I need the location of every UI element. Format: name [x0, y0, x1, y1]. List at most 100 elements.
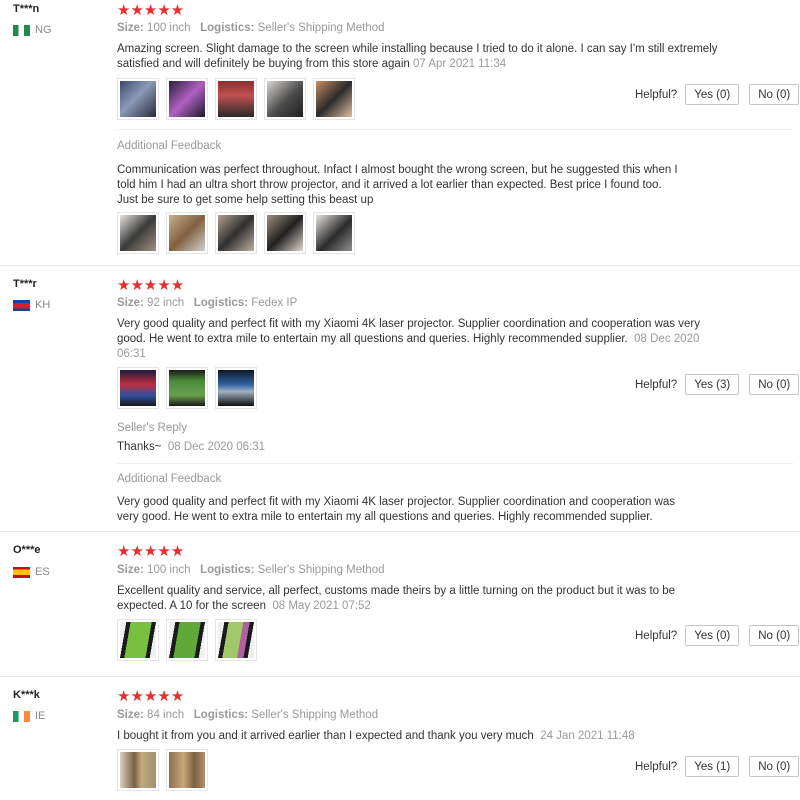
- review-text: I bought it from you and it arrived earl…: [117, 729, 635, 744]
- review-text-line: good. He went to extra mile to entertain…: [117, 333, 628, 345]
- helpful-no-button[interactable]: No (0): [749, 625, 800, 646]
- star-rating: ★★★★★: [117, 688, 185, 705]
- helpful-no-button[interactable]: No (0): [749, 374, 800, 395]
- helpful-yes-button[interactable]: Yes (3): [685, 374, 740, 395]
- reviewer-name: K***k: [13, 689, 40, 701]
- review-text-line: Excellent quality and service, all perfe…: [117, 585, 676, 597]
- additional-photos: [117, 212, 355, 254]
- feedback-line: very good. He went to extra mile to ente…: [117, 511, 653, 523]
- review-text-line: satisfied and will definitely be buying …: [117, 58, 410, 70]
- review-divider: [0, 265, 800, 266]
- helpful-label: Helpful?: [635, 760, 678, 773]
- reviewer-country: ES: [13, 566, 50, 578]
- review-photos: [117, 749, 208, 791]
- size-label: Size:: [117, 297, 144, 309]
- helpful-vote: Helpful? Yes (1) No (0): [635, 756, 800, 777]
- review-photo[interactable]: [264, 212, 306, 254]
- review-text-line: Amazing screen. Slight damage to the scr…: [117, 43, 718, 55]
- review-photos: [117, 78, 355, 120]
- logistics-label: Logistics:: [193, 709, 249, 721]
- review-meta: Size: 92 inch Logistics: Fedex IP: [117, 297, 297, 309]
- review-text-line: Very good quality and perfect fit with m…: [117, 318, 700, 330]
- review-meta: Size: 100 inch Logistics: Seller's Shipp…: [117, 564, 385, 576]
- logistics-value: Seller's Shipping Method: [257, 22, 385, 34]
- logistics-value: Seller's Shipping Method: [251, 709, 379, 721]
- helpful-no-button[interactable]: No (0): [749, 84, 800, 105]
- logistics-value: Fedex IP: [251, 297, 298, 309]
- reviewer-country: NG: [13, 24, 52, 36]
- review-photo[interactable]: [117, 367, 159, 409]
- reviewer-country: IE: [13, 710, 45, 722]
- helpful-label: Helpful?: [635, 629, 678, 642]
- logistics-value: Seller's Shipping Method: [257, 564, 385, 576]
- reviewer-country: KH: [13, 299, 50, 311]
- country-code: IE: [35, 710, 46, 722]
- reviewer-name: T***r: [13, 278, 37, 290]
- review-date: 08 Dec 2020: [634, 333, 700, 345]
- logistics-label: Logistics:: [193, 297, 249, 309]
- additional-feedback-heading: Additional Feedback: [117, 473, 222, 485]
- size-value: 92 inch: [147, 297, 185, 309]
- seller-reply-heading: Seller's Reply: [117, 422, 187, 434]
- review-photo[interactable]: [166, 367, 208, 409]
- size-value: 84 inch: [147, 709, 185, 721]
- review-photo[interactable]: [166, 212, 208, 254]
- helpful-yes-button[interactable]: Yes (0): [685, 625, 740, 646]
- country-code: ES: [35, 566, 50, 578]
- review-text: Very good quality and perfect fit with m…: [117, 317, 700, 362]
- review-divider: [0, 531, 800, 532]
- review-photo[interactable]: [313, 78, 355, 120]
- review-photos: [117, 619, 257, 661]
- feedback-line: told him I had an ultra short throw proj…: [117, 179, 662, 191]
- feedback-line: Communication was perfect throughout. In…: [117, 164, 678, 176]
- additional-feedback-text: Communication was perfect throughout. In…: [117, 163, 678, 208]
- logistics-label: Logistics:: [200, 564, 255, 576]
- feedback-line: Very good quality and perfect fit with m…: [117, 496, 676, 508]
- flag-es-icon: [13, 566, 30, 578]
- review-date: 08 May 2021 07:52: [272, 600, 371, 612]
- review-photo[interactable]: [117, 212, 159, 254]
- review-photo[interactable]: [215, 367, 257, 409]
- flag-kh-icon: [13, 299, 30, 311]
- reviewer-name: T***n: [13, 3, 40, 15]
- review-photo[interactable]: [117, 78, 159, 120]
- star-rating: ★★★★★: [117, 2, 185, 19]
- review-photo[interactable]: [215, 212, 257, 254]
- country-code: KH: [35, 299, 51, 311]
- star-rating: ★★★★★: [117, 543, 185, 560]
- review-photo[interactable]: [117, 749, 159, 791]
- size-value: 100 inch: [147, 564, 191, 576]
- size-value: 100 inch: [147, 22, 191, 34]
- review-photo[interactable]: [166, 749, 208, 791]
- review-meta: Size: 84 inch Logistics: Seller's Shippi…: [117, 709, 378, 721]
- review-time: 06:31: [117, 348, 146, 360]
- review-photo[interactable]: [117, 619, 159, 661]
- size-label: Size:: [117, 22, 144, 34]
- review-text: Amazing screen. Slight damage to the scr…: [117, 42, 718, 72]
- review-text-line: I bought it from you and it arrived earl…: [117, 730, 534, 742]
- review-photo[interactable]: [166, 619, 208, 661]
- helpful-no-button[interactable]: No (0): [749, 756, 800, 777]
- review-text: Excellent quality and service, all perfe…: [117, 584, 675, 614]
- additional-feedback-heading: Additional Feedback: [117, 140, 222, 152]
- review-photo[interactable]: [166, 78, 208, 120]
- review-meta: Size: 100 inch Logistics: Seller's Shipp…: [117, 22, 385, 34]
- review-photos: [117, 367, 257, 409]
- helpful-yes-button[interactable]: Yes (0): [685, 84, 740, 105]
- review-photo[interactable]: [215, 78, 257, 120]
- review-photo[interactable]: [313, 212, 355, 254]
- additional-feedback-text: Very good quality and perfect fit with m…: [117, 495, 675, 525]
- helpful-label: Helpful?: [635, 378, 678, 391]
- helpful-yes-button[interactable]: Yes (1): [685, 756, 740, 777]
- seller-reply-text: Thanks~ 08 Dec 2020 06:31: [117, 440, 265, 455]
- seller-reply-date: 08 Dec 2020 06:31: [167, 441, 266, 453]
- review-photo[interactable]: [215, 619, 257, 661]
- flag-ie-icon: [13, 710, 30, 722]
- review-date: 07 Apr 2021 11:34: [412, 58, 507, 70]
- flag-ng-icon: [13, 24, 30, 36]
- review-text-line: expected. A 10 for the screen: [117, 600, 266, 612]
- feedback-line: Just be sure to get some help setting th…: [117, 194, 374, 206]
- review-date: 24 Jan 2021 11:48: [540, 730, 635, 742]
- size-label: Size:: [117, 709, 144, 721]
- review-photo[interactable]: [264, 78, 306, 120]
